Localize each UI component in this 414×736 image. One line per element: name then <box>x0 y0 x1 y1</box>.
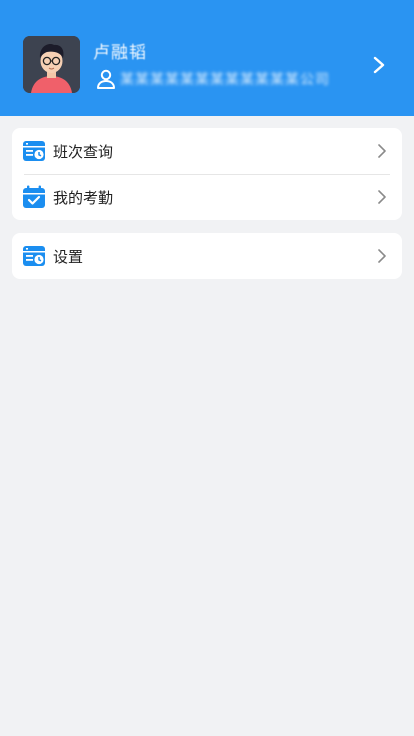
chevron-right-icon <box>378 144 386 158</box>
cartoon-avatar-icon <box>23 36 80 93</box>
menu-item-settings[interactable]: 设置 <box>12 233 402 279</box>
menu-item-my-attendance[interactable]: 我的考勤 <box>12 174 402 220</box>
menu-card-settings: 设置 <box>12 233 402 279</box>
calendar-check-icon <box>23 185 45 208</box>
chevron-right-icon[interactable] <box>371 55 387 75</box>
company-name: 某某某某某某某某某某某某公司 <box>120 72 330 88</box>
user-name: 卢融韬 <box>93 43 147 63</box>
settings-schedule-icon <box>23 246 45 266</box>
avatar[interactable] <box>23 36 80 93</box>
schedule-icon <box>23 141 45 161</box>
profile-header[interactable]: 卢融韬 某某某某某某某某某某某某公司 <box>0 0 414 116</box>
menu-item-label: 我的考勤 <box>53 188 114 207</box>
menu-item-shift-query[interactable]: 班次查询 <box>12 128 402 174</box>
person-icon <box>97 69 115 89</box>
chevron-right-icon <box>378 249 386 263</box>
chevron-right-icon <box>378 190 386 204</box>
menu-item-label: 设置 <box>53 247 84 266</box>
menu-card-main: 班次查询 我的考勤 <box>12 128 402 220</box>
menu-item-label: 班次查询 <box>53 142 114 161</box>
